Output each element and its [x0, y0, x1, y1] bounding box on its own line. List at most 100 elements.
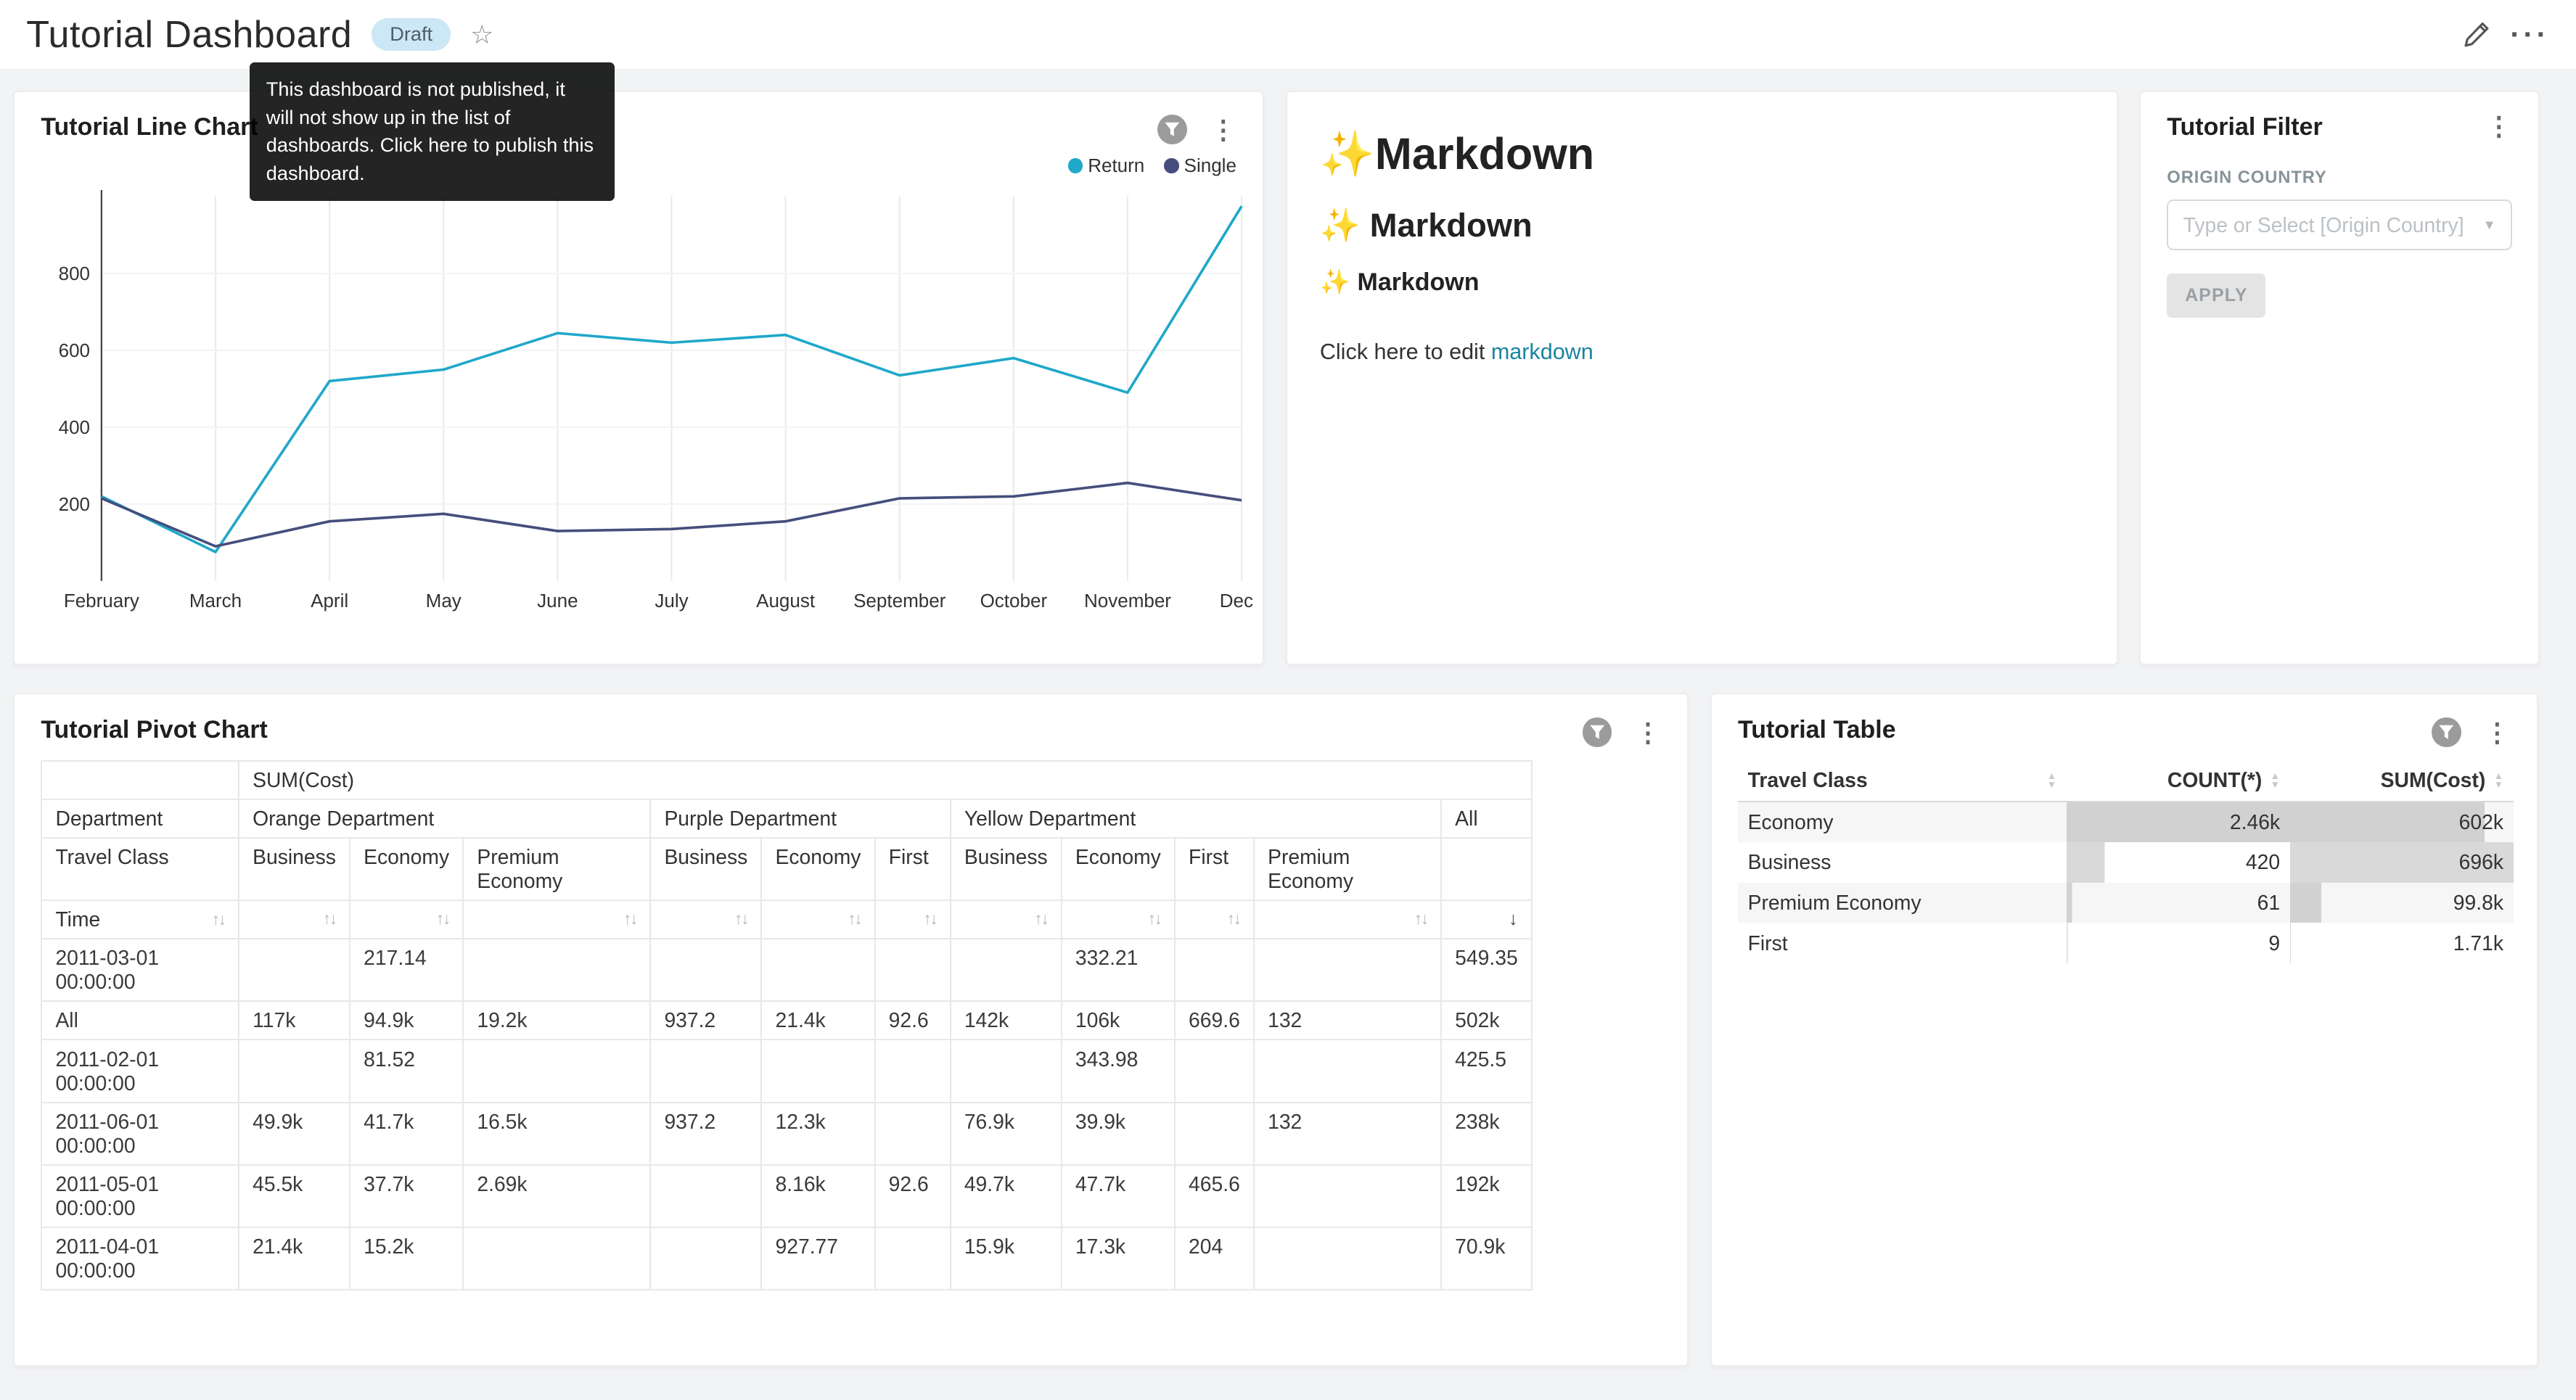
count-cell: 9	[2067, 923, 2290, 963]
pivot-sort-cell[interactable]: ↑↓	[875, 900, 951, 939]
filter-indicator-icon[interactable]	[2432, 717, 2461, 747]
pivot-class-header: First	[1175, 838, 1254, 900]
column-header-sum-cost[interactable]: SUM(Cost)▲▼	[2290, 760, 2514, 802]
pivot-sort-cell[interactable]: ↑↓	[350, 900, 463, 939]
sort-caret-icon: ▲▼	[2047, 772, 2056, 788]
pivot-chart-menu-icon[interactable]: ⋮	[1631, 721, 1664, 744]
sort-toggle-icon[interactable]: ↑↓	[1148, 910, 1161, 928]
pivot-class-header	[1441, 838, 1532, 900]
markdown-edit-link[interactable]: markdown	[1491, 339, 1593, 364]
draft-badge[interactable]: Draft	[372, 18, 451, 51]
pivot-sort-cell[interactable]: ↑↓	[463, 900, 650, 939]
svg-text:400: 400	[59, 416, 90, 438]
pivot-value-cell: 21.4k	[761, 1001, 874, 1039]
pivot-value-cell: 15.2k	[350, 1227, 463, 1290]
sort-toggle-icon[interactable]: ↑↓	[323, 910, 336, 928]
pivot-value-cell: 19.2k	[463, 1001, 650, 1039]
svg-text:August: August	[756, 590, 816, 612]
pivot-value-cell: 81.52	[350, 1039, 463, 1102]
pivot-sort-cell[interactable]: ↑↓	[951, 900, 1062, 939]
pivot-department-header: Yellow Department	[951, 799, 1441, 838]
favorite-star-icon[interactable]: ☆	[470, 19, 493, 50]
pivot-row-header: 2011-03-01 00:00:00	[41, 939, 239, 1001]
pivot-department-header: Orange Department	[239, 799, 650, 838]
pivot-value-cell: 192k	[1441, 1165, 1532, 1227]
sum-cost-cell: 696k	[2290, 842, 2514, 883]
line-chart-title[interactable]: Tutorial Line Chart	[41, 113, 258, 141]
column-header-count[interactable]: COUNT(*)▲▼	[2067, 760, 2290, 802]
pivot-sort-cell[interactable]: ↑↓	[1175, 900, 1254, 939]
pivot-sort-cell[interactable]: ↑↓	[761, 900, 874, 939]
pivot-row-header: 2011-04-01 00:00:00	[41, 1227, 239, 1290]
pivot-value-cell: 94.9k	[350, 1001, 463, 1039]
sort-toggle-icon[interactable]: ↑↓	[1035, 910, 1048, 928]
filter-card: Tutorial Filter ⋮ ORIGIN COUNTRY Type or…	[2139, 91, 2540, 665]
pivot-sort-cell[interactable]: ↑↓	[239, 900, 350, 939]
line-chart-menu-icon[interactable]: ⋮	[1207, 118, 1239, 141]
pivot-sort-cell[interactable]: ↑↓	[1062, 900, 1175, 939]
table-card-title[interactable]: Tutorial Table	[1738, 716, 1896, 744]
sort-toggle-icon[interactable]: ↑↓	[1227, 910, 1240, 928]
legend-item-return[interactable]: Return	[1068, 151, 1144, 181]
sort-desc-icon[interactable]: ↓	[1509, 909, 1517, 930]
pivot-sort-cell[interactable]: ↓	[1441, 900, 1532, 939]
column-header-travel-class[interactable]: Travel Class▲▼	[1738, 760, 2067, 802]
pivot-chart-title[interactable]: Tutorial Pivot Chart	[41, 716, 268, 744]
pivot-value-cell: 41.7k	[350, 1103, 463, 1165]
edit-dashboard-icon[interactable]	[2463, 20, 2490, 48]
sort-toggle-icon[interactable]: ↑↓	[436, 910, 449, 928]
apply-button[interactable]: APPLY	[2167, 273, 2265, 318]
pivot-chart-card: Tutorial Pivot Chart ⋮ SUM(Cost)Departme…	[13, 693, 1689, 1366]
sort-toggle-icon[interactable]: ↑↓	[212, 910, 225, 929]
pivot-row-header: 2011-02-01 00:00:00	[41, 1039, 239, 1102]
pivot-value-cell	[650, 939, 761, 1001]
pivot-time-header[interactable]: Time↑↓	[41, 900, 239, 939]
pivot-value-cell	[239, 1039, 350, 1102]
pivot-value-cell	[875, 1039, 951, 1102]
svg-text:September: September	[853, 590, 946, 612]
sort-toggle-icon[interactable]: ↑↓	[848, 910, 861, 928]
pivot-sort-cell[interactable]: ↑↓	[1254, 900, 1441, 939]
pivot-value-cell: 132	[1254, 1103, 1441, 1165]
table-header-row: Travel Class▲▼COUNT(*)▲▼SUM(Cost)▲▼	[1738, 760, 2514, 802]
table-row[interactable]: Premium Economy6199.8k	[1738, 883, 2514, 923]
dashboard-title: Tutorial Dashboard	[26, 13, 352, 57]
table-row[interactable]: Business420696k	[1738, 842, 2514, 883]
pivot-class-header: Economy	[1062, 838, 1175, 900]
pivot-value-cell: 45.5k	[239, 1165, 350, 1227]
svg-text:Dece: Dece	[1220, 590, 1253, 612]
filter-card-menu-icon[interactable]: ⋮	[2482, 115, 2515, 138]
header-more-icon[interactable]: ···	[2510, 26, 2549, 43]
sort-toggle-icon[interactable]: ↑↓	[734, 910, 747, 928]
pivot-row: 2011-05-01 00:00:0045.5k37.7k2.69k8.16k9…	[41, 1165, 1532, 1227]
legend-item-single[interactable]: Single	[1164, 151, 1236, 181]
pivot-class-header: Business	[650, 838, 761, 900]
pivot-sort-cell[interactable]: ↑↓	[650, 900, 761, 939]
pivot-row: 2011-03-01 00:00:00217.14332.21549.35	[41, 939, 1532, 1001]
origin-country-select[interactable]: Type or Select [Origin Country] ▼	[2167, 199, 2512, 250]
sort-toggle-icon[interactable]: ↑↓	[1414, 910, 1427, 928]
pivot-value-cell: 37.7k	[350, 1165, 463, 1227]
markdown-heading-2: ✨ Markdown	[1320, 207, 2084, 245]
pivot-value-cell	[761, 939, 874, 1001]
table-card-menu-icon[interactable]: ⋮	[2481, 721, 2514, 744]
sort-toggle-icon[interactable]: ↑↓	[623, 910, 636, 928]
pivot-value-cell	[463, 939, 650, 1001]
pivot-value-cell: 92.6	[875, 1001, 951, 1039]
pivot-value-cell: 8.16k	[761, 1165, 874, 1227]
svg-text:April: April	[311, 590, 348, 612]
markdown-body[interactable]: ✨Markdown ✨ Markdown ✨ Markdown Click he…	[1287, 92, 2117, 401]
pivot-value-cell	[1254, 1039, 1441, 1102]
pivot-value-cell: 465.6	[1175, 1165, 1254, 1227]
filter-indicator-icon[interactable]	[1157, 115, 1187, 144]
filter-indicator-icon[interactable]	[1583, 717, 1612, 747]
pivot-row-header: 2011-06-01 00:00:00	[41, 1103, 239, 1165]
sort-toggle-icon[interactable]: ↑↓	[923, 910, 936, 928]
pivot-row-header: 2011-05-01 00:00:00	[41, 1165, 239, 1227]
pivot-value-cell	[650, 1039, 761, 1102]
pivot-value-cell	[951, 939, 1062, 1001]
table-row[interactable]: First91.71k	[1738, 923, 2514, 963]
table-row[interactable]: Economy2.46k602k	[1738, 802, 2514, 843]
pivot-value-cell	[1254, 1227, 1441, 1290]
pivot-table: SUM(Cost)DepartmentOrange DepartmentPurp…	[41, 760, 1533, 1290]
